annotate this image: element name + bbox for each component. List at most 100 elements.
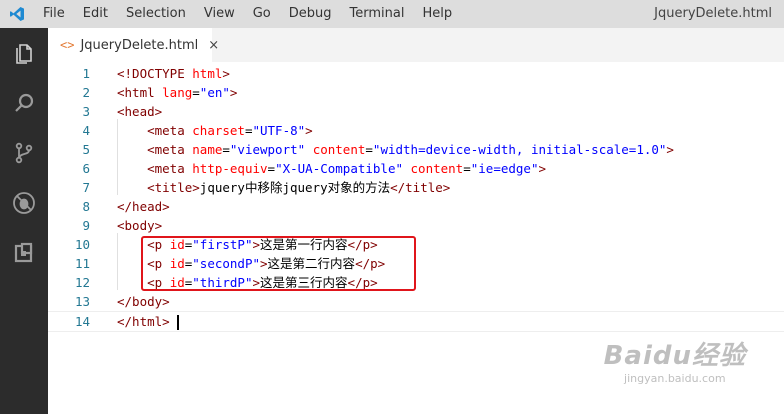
menu-debug[interactable]: Debug (280, 0, 341, 28)
watermark-main: Baidu经验 (603, 341, 746, 371)
code-token: <title> (147, 180, 200, 195)
code-token: "ie=edge" (470, 161, 539, 176)
code-token: > (305, 123, 313, 138)
code-token: lang (162, 85, 193, 100)
line-number: 13 (74, 294, 90, 309)
code-text: <body> (117, 216, 162, 235)
menu-help[interactable]: Help (413, 0, 461, 28)
menu-terminal[interactable]: Terminal (341, 0, 414, 28)
code-line[interactable]: 7 <title>jquery中移除jquery对象的方法</title> (48, 178, 784, 197)
extensions-icon[interactable] (0, 228, 48, 278)
line-number: 8 (82, 199, 90, 214)
code-text: <title>jquery中移除jquery对象的方法</title> (117, 178, 450, 197)
code-line[interactable]: 6 <meta http-equiv="X-UA-Compatible" con… (48, 159, 784, 178)
code-token: "width=device-width, initial-scale=1.0" (372, 142, 667, 157)
line-number: 12 (74, 275, 90, 290)
code-line[interactable]: 14 </html> (48, 311, 784, 332)
tab-bar: <> JqueryDelete.html × (48, 28, 784, 62)
code-token: = (192, 85, 200, 100)
highlight-box (141, 236, 416, 291)
code-token: </body> (117, 294, 170, 309)
tab-jquerydelete[interactable]: <> JqueryDelete.html × (48, 28, 219, 62)
code-token: html (192, 66, 223, 81)
code-token: "viewport" (229, 142, 306, 157)
files-icon[interactable] (0, 28, 48, 78)
code-line[interactable]: 13 </body> (48, 292, 784, 311)
line-number: 3 (82, 104, 90, 119)
line-number: 2 (82, 85, 90, 100)
code-token: = (463, 161, 471, 176)
code-line[interactable]: 3 <head> (48, 102, 784, 121)
code-token: = (365, 142, 373, 157)
code-token: <html (117, 85, 163, 100)
code-token: charset (192, 123, 245, 138)
code-text: <meta http-equiv="X-UA-Compatible" conte… (117, 159, 546, 178)
code-line[interactable]: 5 <meta name="viewport" content="width=d… (48, 140, 784, 159)
code-token: http-equiv (192, 161, 268, 176)
baidu-watermark: Baidu经验 jingyan.baidu.com (604, 335, 746, 385)
code-token: </html> (117, 314, 170, 329)
code-text: </body> (117, 292, 170, 311)
code-line[interactable]: 9 <body> (48, 216, 784, 235)
menu-file[interactable]: File (34, 0, 74, 28)
search-icon[interactable] (0, 78, 48, 128)
line-number: 10 (74, 237, 90, 252)
code-token: "X-UA-Compatible" (275, 161, 403, 176)
code-token: </title> (390, 180, 451, 195)
code-text: </head> (117, 197, 170, 216)
code-line[interactable]: 2 <html lang="en"> (48, 83, 784, 102)
close-icon[interactable]: × (208, 38, 219, 53)
code-text: <head> (117, 102, 162, 121)
line-number: 1 (82, 66, 90, 81)
menubar: File Edit Selection View Go Debug Termin… (0, 0, 784, 28)
line-number: 11 (74, 256, 90, 271)
code-token: "en" (199, 85, 230, 100)
line-number: 14 (74, 314, 90, 329)
menu-go[interactable]: Go (244, 0, 280, 28)
code-token: <meta (147, 123, 193, 138)
code-line[interactable]: 4 <meta charset="UTF-8"> (48, 121, 784, 140)
code-token: <meta (147, 161, 193, 176)
tab-label: JqueryDelete.html (80, 37, 199, 53)
line-number: 4 (82, 123, 90, 138)
code-token: content (410, 161, 464, 176)
code-text: <!DOCTYPE html> (117, 64, 230, 83)
code-token: name (192, 142, 223, 157)
code-token: = (222, 142, 230, 157)
line-number: 5 (82, 142, 90, 157)
menu-view[interactable]: View (195, 0, 244, 28)
code-token: > (666, 142, 674, 157)
window-title: JqueryDelete.html (654, 6, 772, 21)
line-number: 6 (82, 161, 90, 176)
indent-guide (117, 119, 118, 195)
line-number: 7 (82, 180, 90, 195)
code-token: <!DOCTYPE (117, 66, 193, 81)
html-file-icon: <> (60, 38, 75, 52)
code-token: > (229, 85, 238, 100)
menu-edit[interactable]: Edit (74, 0, 117, 28)
menu-selection[interactable]: Selection (117, 0, 195, 28)
code-token: <head> (117, 104, 163, 119)
code-line[interactable]: 8 </head> (48, 197, 784, 216)
code-token: = (267, 161, 276, 176)
code-token: content (312, 142, 366, 157)
code-token: <meta (147, 142, 193, 157)
code-token: > (538, 161, 547, 176)
activity-bar (0, 28, 48, 414)
line-number: 9 (82, 218, 90, 233)
watermark-sub: jingyan.baidu.com (624, 372, 726, 385)
code-token: "UTF-8" (252, 123, 306, 138)
code-token: <body> (117, 218, 163, 233)
code-line[interactable]: 1 <!DOCTYPE html> (48, 64, 784, 83)
code-token: > (222, 66, 230, 81)
source-control-icon[interactable] (0, 128, 48, 178)
debug-icon[interactable] (0, 178, 48, 228)
indent-guide (117, 233, 118, 290)
